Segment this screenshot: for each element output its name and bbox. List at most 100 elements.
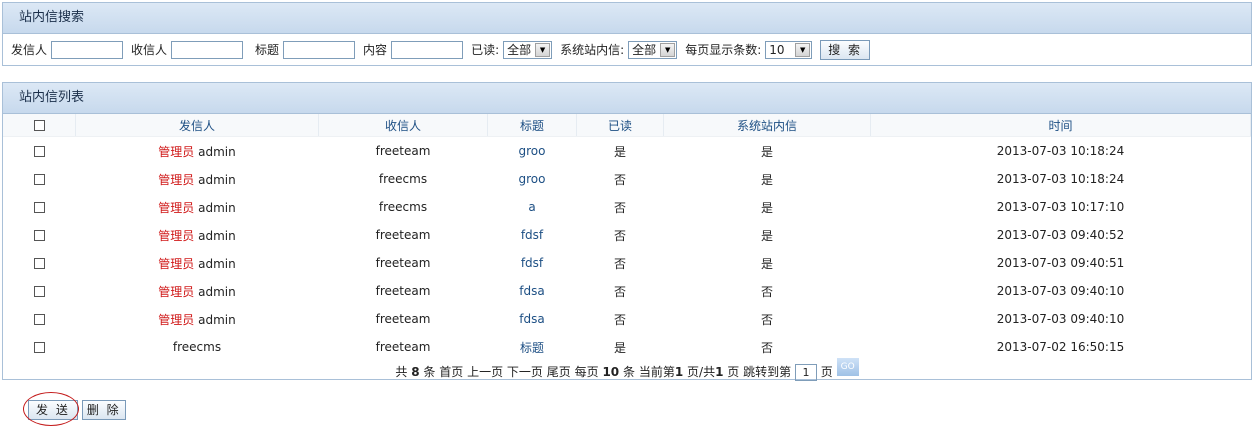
row-checkbox[interactable] [33, 342, 45, 353]
table-row[interactable]: 管理员 admin freeteam fdsf 否 是 2013-07-03 0… [3, 221, 1251, 249]
system-select[interactable]: 全部 ▼ [628, 40, 678, 59]
table-row[interactable]: 管理员 admin freecms groo 否 是 2013-07-03 10… [3, 165, 1251, 193]
cell-receiver: freeteam [375, 284, 431, 298]
row-checkbox[interactable] [33, 230, 45, 241]
row-checkbox-cell [3, 137, 76, 166]
table-body: 管理员 admin freeteam groo 是 是 2013-07-03 1… [3, 137, 1251, 362]
select-all-checkbox[interactable] [33, 120, 45, 131]
cell-read: 否 [613, 200, 626, 215]
send-button[interactable]: 发 送 [28, 400, 78, 420]
cell-time: 2013-07-03 09:40:52 [996, 228, 1125, 242]
sender-name: admin [198, 172, 236, 187]
search-button[interactable]: 搜 索 [820, 39, 871, 60]
row-checkbox[interactable] [33, 258, 45, 269]
chevron-down-icon[interactable]: ▼ [660, 42, 676, 57]
table-row[interactable]: freecms freeteam 标题 是 否 2013-07-02 16:50… [3, 333, 1251, 361]
table-row[interactable]: 管理员 admin freeteam fdsf 否 是 2013-07-03 0… [3, 249, 1251, 277]
chevron-down-icon[interactable]: ▼ [535, 42, 551, 57]
sender-tag: 管理员 [158, 228, 195, 243]
row-checkbox-cell [3, 249, 76, 277]
sender-tag: 管理员 [158, 172, 195, 187]
chevron-down-icon[interactable]: ▼ [795, 42, 811, 57]
title-link[interactable]: a [528, 200, 535, 214]
pager-prev[interactable]: 上一页 [467, 365, 503, 379]
cell-system: 是 [760, 144, 773, 159]
sender-name: freecms [172, 340, 222, 354]
cell-title: fdsa [488, 277, 577, 305]
title-input[interactable] [283, 40, 356, 59]
cell-title: a [488, 193, 577, 221]
cell-system: 是 [760, 256, 773, 271]
column-header-system: 系统站内信 [663, 114, 871, 137]
cell-read: 是 [613, 340, 626, 355]
cell-sender: 管理员 admin [76, 305, 319, 333]
sender-name: admin [198, 200, 236, 215]
read-select[interactable]: 全部 ▼ [503, 40, 553, 59]
pager-last[interactable]: 尾页 [547, 365, 571, 379]
cell-time: 2013-07-03 09:40:10 [996, 312, 1125, 326]
cell-receiver: freeteam [375, 312, 431, 326]
column-header-time: 时间 [870, 114, 1251, 137]
table-header-row: 发信人 收信人 标题 已读 系统站内信 时间 [3, 114, 1251, 137]
pager-current: 1 [674, 365, 684, 379]
sender-tag: 管理员 [158, 256, 195, 271]
content-input[interactable] [391, 40, 464, 59]
read-select-value: 全部 [507, 43, 532, 57]
table-row[interactable]: 管理员 admin freeteam fdsa 否 否 2013-07-03 0… [3, 305, 1251, 333]
pager-pages-suffix: 页 [727, 365, 740, 379]
cell-read: 否 [613, 284, 626, 299]
cell-system: 否 [760, 284, 773, 299]
row-checkbox[interactable] [33, 174, 45, 185]
sender-input[interactable] [51, 40, 124, 59]
cell-sender: freecms [76, 333, 319, 361]
receiver-label: 收信人 [131, 43, 168, 57]
sender-name: admin [198, 256, 236, 271]
title-link[interactable]: groo [519, 144, 546, 158]
cell-sender: 管理员 admin [76, 165, 319, 193]
go-button[interactable]: GO [836, 358, 859, 376]
page-size-select[interactable]: 10 ▼ [765, 40, 813, 59]
list-panel-title: 站内信列表 [3, 83, 1251, 114]
pager-next[interactable]: 下一页 [507, 365, 543, 379]
content-label: 内容 [363, 43, 388, 57]
pager-first[interactable]: 首页 [439, 365, 463, 379]
table-row[interactable]: 管理员 admin freecms a 否 是 2013-07-03 10:17… [3, 193, 1251, 221]
table-row[interactable]: 管理员 admin freeteam groo 是 是 2013-07-03 1… [3, 137, 1251, 166]
receiver-input[interactable] [171, 40, 244, 59]
pager-pages: 1 [715, 365, 724, 379]
row-checkbox-cell [3, 277, 76, 305]
pager-per-page: 10 [602, 365, 620, 379]
row-checkbox[interactable] [33, 314, 45, 325]
row-checkbox[interactable] [33, 202, 45, 213]
cell-title: groo [488, 165, 577, 193]
cell-receiver: freecms [378, 172, 428, 186]
title-link[interactable]: fdsf [521, 256, 543, 270]
pagination: 共 8 条 首页 上一页 下一页 尾页 每页 10 条 当前第1 页/共1 页 … [3, 358, 1251, 386]
cell-read: 否 [613, 312, 626, 327]
column-header-sender: 发信人 [75, 114, 319, 137]
cell-title: groo [488, 137, 577, 166]
list-panel: 站内信列表 发信人 收信人 标题 已读 系统站内信 时间 管理员 admin f… [2, 82, 1252, 381]
title-link[interactable]: fdsa [519, 284, 544, 298]
cell-read: 是 [613, 144, 626, 159]
table-row[interactable]: 管理员 admin freeteam fdsa 否 否 2013-07-03 0… [3, 277, 1251, 305]
column-header-receiver: 收信人 [318, 114, 488, 137]
row-checkbox-cell [3, 165, 76, 193]
pager-jump-label: 跳转到第 [743, 365, 792, 379]
title-link[interactable]: groo [519, 172, 546, 186]
delete-button[interactable]: 删 除 [81, 400, 126, 420]
title-link[interactable]: fdsa [519, 312, 544, 326]
cell-system: 是 [760, 228, 773, 243]
row-checkbox-cell [3, 333, 76, 361]
title-link[interactable]: 标题 [520, 341, 544, 355]
row-checkbox[interactable] [33, 286, 45, 297]
system-select-value: 全部 [632, 43, 657, 57]
title-link[interactable]: fdsf [521, 228, 543, 242]
page-size-label: 每页显示条数: [685, 43, 762, 57]
message-table: 发信人 收信人 标题 已读 系统站内信 时间 管理员 admin freetea… [3, 114, 1251, 361]
sender-tag: 管理员 [158, 144, 195, 159]
row-checkbox[interactable] [33, 146, 45, 157]
sender-label: 发信人 [11, 43, 48, 57]
sender-tag: 管理员 [158, 284, 195, 299]
page-jump-input[interactable]: 1 [794, 364, 817, 381]
